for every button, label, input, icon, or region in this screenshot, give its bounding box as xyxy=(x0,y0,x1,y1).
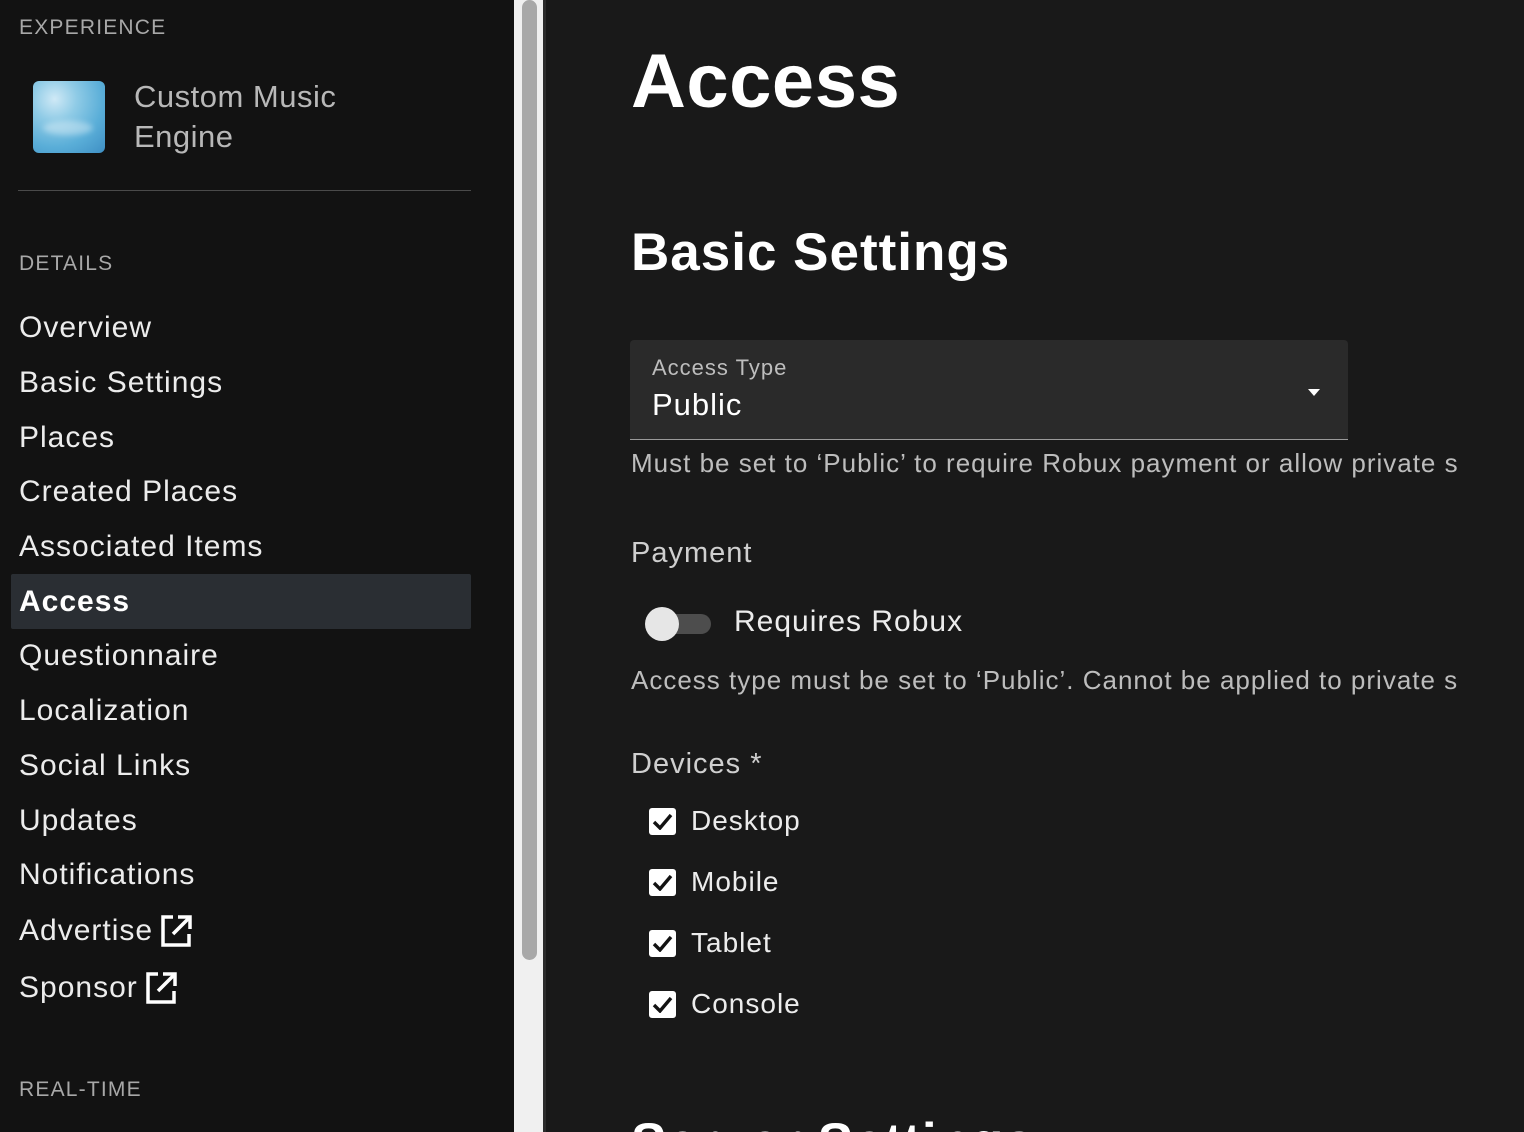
checkbox-console[interactable] xyxy=(649,990,676,1018)
sidebar-item-advertise[interactable]: Advertise xyxy=(11,903,471,960)
sidebar-item-label: Notifications xyxy=(19,858,196,892)
sidebar-item-label: Updates xyxy=(19,803,138,837)
section-title-basic-settings: Basic Settings xyxy=(631,223,1011,282)
checkbox-desktop[interactable] xyxy=(649,807,676,835)
sidebar-item-label: Overview xyxy=(19,311,153,345)
sidebar-item-label: Social Links xyxy=(19,748,192,782)
main-content: Access Basic Settings Access Type Public… xyxy=(546,0,1524,1132)
sidebar-item-updates[interactable]: Updates xyxy=(11,793,471,848)
experience-thumbnail xyxy=(33,81,105,153)
details-heading: DETAILS xyxy=(19,252,114,275)
toggle-knob xyxy=(645,607,679,641)
sidebar-item-label: Questionnaire xyxy=(19,639,219,673)
sidebar-divider xyxy=(18,190,471,191)
access-type-select[interactable]: Access Type Public xyxy=(630,340,1348,440)
sidebar-item-label: Associated Items xyxy=(19,530,264,564)
payment-helper: Access type must be set to ‘Public’. Can… xyxy=(631,665,1459,695)
realtime-heading: REAL-TIME xyxy=(19,1078,142,1101)
device-option-tablet[interactable]: Tablet xyxy=(649,927,772,958)
sidebar-item-associated-items[interactable]: Associated Items xyxy=(11,520,471,575)
sidebar-item-notifications[interactable]: Notifications xyxy=(11,848,471,903)
sidebar-item-questionnaire[interactable]: Questionnaire xyxy=(11,629,471,684)
checkbox-label: Desktop xyxy=(691,805,801,836)
sidebar: EXPERIENCE Custom Music Engine DETAILS O… xyxy=(0,0,514,1132)
sidebar-item-sponsor[interactable]: Sponsor xyxy=(11,960,471,1017)
device-option-console[interactable]: Console xyxy=(649,988,801,1019)
requires-robux-label: Requires Robux xyxy=(734,605,964,638)
sidebar-item-created-places[interactable]: Created Places xyxy=(11,465,471,520)
checkbox-label: Mobile xyxy=(691,866,780,897)
sidebar-item-label: Places xyxy=(19,420,116,454)
sidebar-item-label: Basic Settings xyxy=(19,366,224,400)
sidebar-item-label: Localization xyxy=(19,694,190,728)
checkmark-icon xyxy=(652,874,673,891)
caret-down-icon xyxy=(1307,384,1321,402)
access-type-label: Access Type xyxy=(652,355,788,380)
section-title-next: Server Settings xyxy=(631,1112,1035,1132)
sidebar-nav: Overview Basic Settings Places Created P… xyxy=(11,301,471,1017)
device-option-mobile[interactable]: Mobile xyxy=(649,866,780,897)
device-option-desktop[interactable]: Desktop xyxy=(649,805,801,836)
payment-label: Payment xyxy=(631,537,753,569)
experience-heading: EXPERIENCE xyxy=(19,16,167,39)
sidebar-item-label: Access xyxy=(19,584,131,618)
checkbox-label: Console xyxy=(691,988,801,1019)
checkmark-icon xyxy=(652,996,673,1013)
sidebar-item-label: Advertise xyxy=(19,914,154,948)
external-link-icon xyxy=(144,971,178,1005)
devices-label: Devices * xyxy=(631,748,763,780)
checkbox-tablet[interactable] xyxy=(649,929,676,957)
experience-card[interactable]: Custom Music Engine xyxy=(33,79,473,161)
sidebar-item-places[interactable]: Places xyxy=(11,410,471,465)
checkmark-icon xyxy=(652,813,673,830)
page-title: Access xyxy=(631,39,901,124)
sidebar-item-social-links[interactable]: Social Links xyxy=(11,739,471,794)
access-type-value: Public xyxy=(652,387,743,422)
sidebar-item-label: Created Places xyxy=(19,475,239,509)
sidebar-item-localization[interactable]: Localization xyxy=(11,684,471,739)
experience-name: Custom Music Engine xyxy=(134,79,337,154)
sidebar-item-basic-settings[interactable]: Basic Settings xyxy=(11,356,471,411)
sidebar-item-label: Sponsor xyxy=(19,971,138,1005)
sidebar-item-overview[interactable]: Overview xyxy=(11,301,471,356)
checkbox-mobile[interactable] xyxy=(649,868,676,896)
requires-robux-toggle[interactable] xyxy=(645,607,711,641)
external-link-icon xyxy=(159,914,193,948)
sidebar-item-access[interactable]: Access xyxy=(11,574,471,630)
access-type-helper: Must be set to ‘Public’ to require Robux… xyxy=(631,448,1459,478)
checkmark-icon xyxy=(652,935,673,952)
checkbox-label: Tablet xyxy=(691,927,772,958)
sidebar-scrollbar-thumb[interactable] xyxy=(522,0,537,960)
